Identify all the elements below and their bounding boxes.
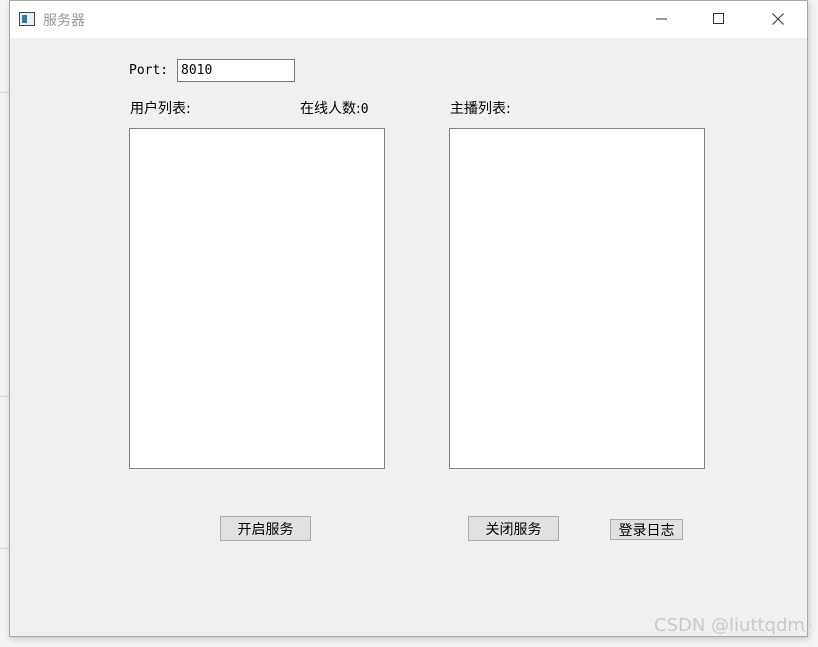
online-count-label-text: 在线人数: — [300, 101, 361, 117]
login-log-button[interactable]: 登录日志 — [610, 519, 683, 540]
title-bar[interactable]: 服务器 — [10, 1, 807, 38]
user-list-label: 用户列表: — [130, 101, 191, 117]
minimize-button[interactable] — [639, 1, 685, 38]
user-list-box[interactable] — [129, 128, 385, 469]
maximize-button[interactable] — [696, 1, 742, 38]
watermark-text: CSDN @liuttqdm — [654, 615, 805, 636]
window-title: 服务器 — [43, 13, 85, 29]
anchor-list-box[interactable] — [449, 128, 705, 469]
online-count-value: 0 — [360, 102, 369, 117]
stop-service-button[interactable]: 关闭服务 — [468, 516, 559, 541]
server-window: 服务器 Port: 用户列表: 在线人数:0 主播列表: 开启服务 关闭服务 登… — [9, 0, 812, 637]
port-input[interactable] — [177, 59, 295, 82]
close-icon — [772, 13, 784, 25]
app-window-icon — [19, 12, 35, 26]
port-label: Port: — [129, 63, 169, 78]
maximize-icon — [713, 13, 724, 24]
minimize-icon — [656, 18, 667, 20]
close-button[interactable] — [755, 1, 801, 38]
anchor-list-label: 主播列表: — [450, 101, 511, 117]
start-service-button[interactable]: 开启服务 — [220, 516, 311, 541]
online-count-label: 在线人数:0 — [300, 98, 369, 118]
